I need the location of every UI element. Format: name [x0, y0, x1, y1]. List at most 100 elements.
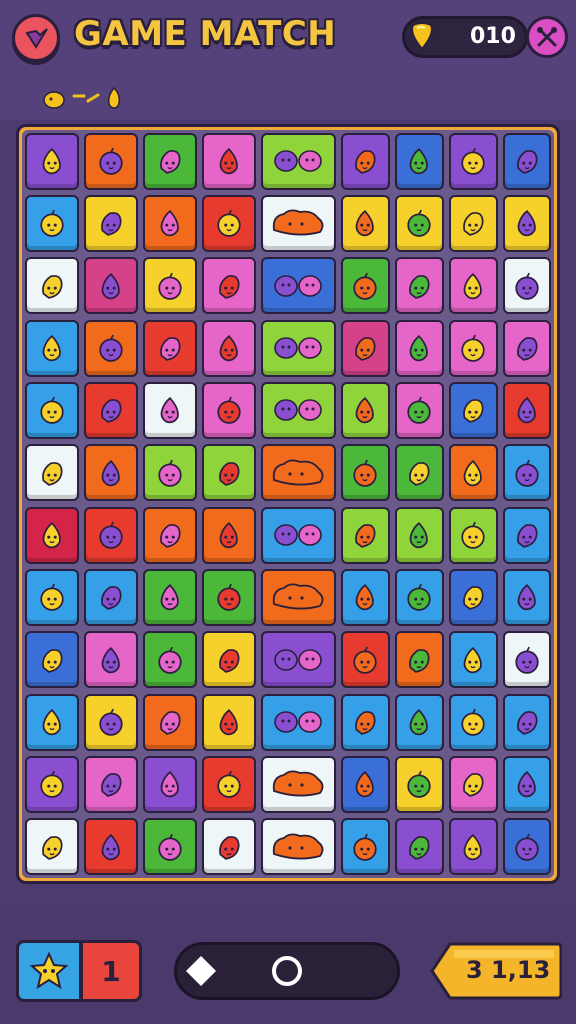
board-tile[interactable]: [24, 257, 79, 315]
board-tile[interactable]: [394, 631, 444, 689]
board-tile[interactable]: [448, 444, 498, 502]
board-tile[interactable]: [260, 444, 336, 502]
booster-button[interactable]: [16, 940, 82, 1002]
board-tile[interactable]: [260, 755, 336, 814]
board-tile[interactable]: [24, 506, 79, 564]
board-tile[interactable]: [83, 506, 138, 564]
board-tile[interactable]: [142, 568, 197, 627]
board-tile[interactable]: [448, 818, 498, 876]
board-tile[interactable]: [201, 506, 256, 564]
board-tile[interactable]: [502, 818, 552, 876]
board-tile[interactable]: [448, 319, 498, 377]
board-tile[interactable]: [340, 755, 390, 814]
board-tile[interactable]: [24, 319, 79, 377]
board-tile[interactable]: [502, 132, 552, 190]
board-tile[interactable]: [201, 693, 256, 751]
board-tile[interactable]: [201, 631, 256, 689]
tools-button[interactable]: [526, 16, 568, 58]
board-tile[interactable]: [24, 755, 79, 814]
menu-button[interactable]: [12, 14, 60, 62]
board-tile[interactable]: [83, 257, 138, 315]
board-tile[interactable]: [394, 132, 444, 190]
board-tile[interactable]: [340, 693, 390, 751]
board-tile[interactable]: [260, 319, 336, 377]
board-tile[interactable]: [142, 319, 197, 377]
board-tile[interactable]: [142, 506, 197, 564]
board-tile[interactable]: [394, 194, 444, 253]
board-tile[interactable]: [83, 194, 138, 253]
board-tile[interactable]: [201, 132, 256, 190]
board-tile[interactable]: [24, 568, 79, 627]
board-tile[interactable]: [340, 194, 390, 253]
board-tile[interactable]: [394, 257, 444, 315]
board-tile[interactable]: [502, 693, 552, 751]
board-tile[interactable]: [83, 693, 138, 751]
board-tile[interactable]: [260, 506, 336, 564]
board-tile[interactable]: [394, 319, 444, 377]
board-tile[interactable]: [394, 381, 444, 440]
board-tile[interactable]: [142, 818, 197, 876]
board-tile[interactable]: [394, 693, 444, 751]
board-tile[interactable]: [201, 568, 256, 627]
board-tile[interactable]: [83, 818, 138, 876]
board-tile[interactable]: [394, 568, 444, 627]
board-tile[interactable]: [142, 693, 197, 751]
board-tile[interactable]: [394, 444, 444, 502]
board-tile[interactable]: [394, 755, 444, 814]
board-tile[interactable]: [260, 568, 336, 627]
board-tile[interactable]: [502, 381, 552, 440]
board-tile[interactable]: [448, 132, 498, 190]
board-tile[interactable]: [83, 319, 138, 377]
board-tile[interactable]: [142, 132, 197, 190]
board-tile[interactable]: [260, 132, 336, 190]
board-tile[interactable]: [448, 506, 498, 564]
board-tile[interactable]: [448, 381, 498, 440]
board-tile[interactable]: [448, 194, 498, 253]
board-tile[interactable]: [340, 132, 390, 190]
board-tile[interactable]: [142, 631, 197, 689]
board-tile[interactable]: [142, 194, 197, 253]
board-tile[interactable]: [448, 568, 498, 627]
board-tile[interactable]: [394, 818, 444, 876]
board-tile[interactable]: [201, 444, 256, 502]
circle-button[interactable]: [270, 954, 304, 988]
board-tile[interactable]: [24, 132, 79, 190]
board-tile[interactable]: [448, 693, 498, 751]
board-tile[interactable]: [201, 755, 256, 814]
board-tile[interactable]: [502, 631, 552, 689]
board-tile[interactable]: [260, 194, 336, 253]
diamond-button[interactable]: [184, 954, 218, 988]
board-tile[interactable]: [83, 568, 138, 627]
board-tile[interactable]: [340, 631, 390, 689]
board-tile[interactable]: [260, 818, 336, 876]
board-tile[interactable]: [24, 381, 79, 440]
board-tile[interactable]: [142, 444, 197, 502]
board-tile[interactable]: [502, 194, 552, 253]
board-tile[interactable]: [201, 381, 256, 440]
board-tile[interactable]: [340, 444, 390, 502]
board-tile[interactable]: [448, 631, 498, 689]
board-tile[interactable]: [340, 319, 390, 377]
board-tile[interactable]: [201, 194, 256, 253]
board-tile[interactable]: [340, 818, 390, 876]
board-tile[interactable]: [142, 381, 197, 440]
board-tile[interactable]: [24, 818, 79, 876]
board-tile[interactable]: [260, 693, 336, 751]
board-tile[interactable]: [83, 631, 138, 689]
board-tile[interactable]: [201, 257, 256, 315]
board-tile[interactable]: [502, 257, 552, 315]
board-tile[interactable]: [24, 693, 79, 751]
board-tile[interactable]: [260, 631, 336, 689]
board-tile[interactable]: [83, 132, 138, 190]
board-tile[interactable]: [448, 755, 498, 814]
board-tile[interactable]: [201, 319, 256, 377]
booster-panel[interactable]: 1: [16, 940, 142, 1002]
board-tile[interactable]: [340, 381, 390, 440]
board-tile[interactable]: [24, 444, 79, 502]
board-tile[interactable]: [142, 257, 197, 315]
board-tile[interactable]: [340, 568, 390, 627]
board-tile[interactable]: [24, 194, 79, 253]
board-tile[interactable]: [83, 444, 138, 502]
board-tile[interactable]: [502, 568, 552, 627]
board-tile[interactable]: [340, 257, 390, 315]
